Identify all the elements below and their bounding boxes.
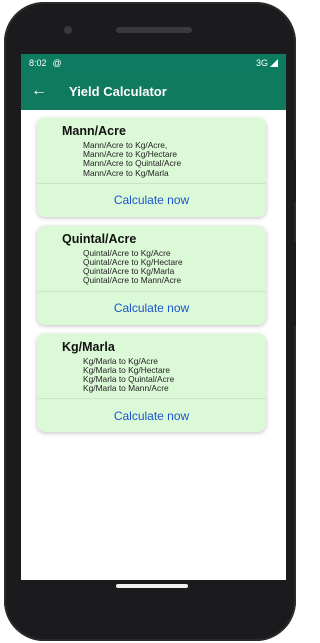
network-type: 3G	[255, 58, 268, 68]
at-sign-icon: @	[52, 58, 62, 68]
calculate-now-button[interactable]: Calculate now	[37, 399, 266, 432]
calculate-now-button[interactable]: Calculate now	[37, 292, 266, 325]
phone-frame: 8:02 @ 3G ← Yield Calculator Mann/Acre M…	[4, 2, 296, 641]
status-left: 8:02 @	[29, 58, 62, 68]
calculate-now-button[interactable]: Calculate now	[37, 184, 266, 217]
home-indicator[interactable]	[116, 584, 188, 588]
card-title: Quintal/Acre	[62, 231, 137, 246]
card-title: Mann/Acre	[62, 124, 126, 138]
status-time: 8:02	[29, 58, 47, 68]
card-kg-marla: Kg/Marla Kg/Marla to Kg/Acre Kg/Marla to…	[37, 333, 266, 433]
page-title: Yield Calculator	[69, 83, 167, 99]
card-mann-acre: Mann/Acre Mann/Acre to Kg/Acre, Mann/Acr…	[37, 118, 266, 217]
card-title: Kg/Marla	[62, 339, 115, 354]
list-item: Kg/Marla to Mann/Acre	[83, 383, 169, 394]
signal-icon	[270, 59, 278, 67]
volume-button	[291, 242, 296, 326]
card-list: Mann/Acre Mann/Acre to Kg/Acre, Mann/Acr…	[21, 110, 286, 433]
list-item: Mann/Acre to Kg/Marla	[83, 167, 169, 178]
app-bar: ← Yield Calculator	[21, 72, 286, 110]
back-arrow-icon[interactable]: ←	[31, 83, 57, 99]
list-item: Quintal/Acre to Mann/Acre	[83, 275, 182, 286]
earpiece-speaker	[116, 27, 192, 33]
status-bar: 8:02 @ 3G	[21, 54, 286, 72]
screen: 8:02 @ 3G ← Yield Calculator Mann/Acre M…	[21, 54, 286, 580]
front-camera	[64, 26, 72, 34]
power-button	[291, 160, 296, 202]
card-quintal-acre: Quintal/Acre Quintal/Acre to Kg/Acre Qui…	[37, 225, 266, 325]
status-right: 3G	[256, 58, 278, 68]
